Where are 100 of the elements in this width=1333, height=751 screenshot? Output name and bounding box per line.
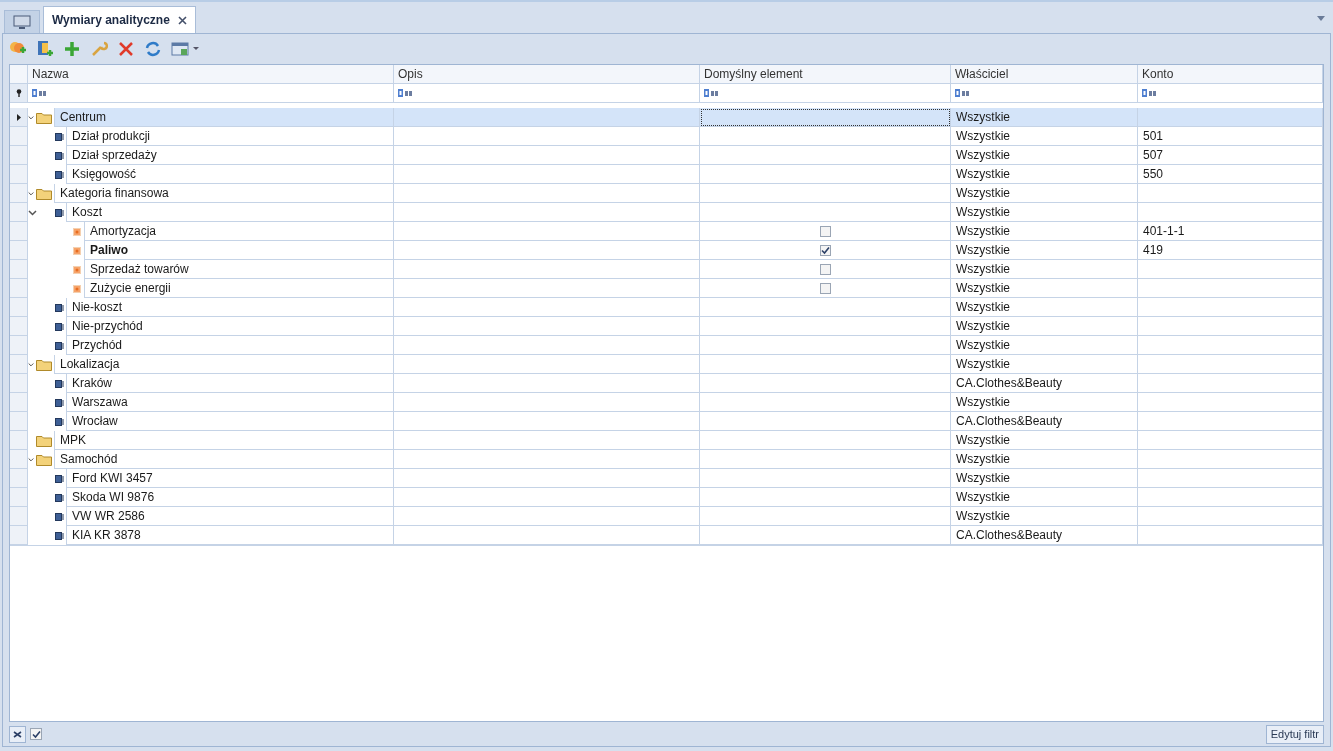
square-icon — [54, 512, 64, 521]
checkbox[interactable] — [819, 244, 831, 256]
monitor-icon — [13, 14, 31, 30]
refresh-icon[interactable] — [144, 40, 162, 58]
row-indicator[interactable] — [10, 108, 28, 127]
tab[interactable] — [4, 10, 40, 33]
name-cell: Samochód — [54, 450, 393, 469]
filter-field[interactable] — [1138, 84, 1323, 103]
plus-icon[interactable] — [63, 40, 81, 58]
name-cell: Kraków — [66, 374, 393, 393]
chevron-icon[interactable] — [28, 455, 34, 464]
text-filter-icon — [32, 89, 47, 97]
account-cell: 550 — [1138, 165, 1323, 184]
checkbox[interactable] — [819, 263, 831, 275]
close-icon[interactable] — [177, 15, 187, 25]
square-icon — [54, 531, 64, 540]
name-cell: Wrocław — [66, 412, 393, 431]
pin-icon — [15, 89, 22, 97]
filter-field[interactable] — [394, 84, 700, 103]
name-cell: MPK — [54, 431, 393, 450]
owner-cell: Wszystkie — [951, 260, 1138, 279]
owner-cell: Wszystkie — [951, 450, 1138, 469]
chevron-icon[interactable] — [28, 189, 34, 198]
owner-cell: CA.Clothes&Beauty — [951, 412, 1138, 431]
owner-cell: Wszystkie — [951, 393, 1138, 412]
text-filter-icon — [1142, 89, 1157, 97]
folder-icon — [36, 434, 52, 447]
owner-cell: Wszystkie — [951, 469, 1138, 488]
square-icon — [54, 417, 64, 426]
name-cell: KIA KR 3878 — [66, 526, 393, 545]
filter-field[interactable] — [700, 84, 951, 103]
name-cell: Ford KWI 3457 — [66, 469, 393, 488]
text-filter-icon — [955, 89, 970, 97]
name-cell: Zużycie energii — [84, 279, 393, 298]
wrench-icon[interactable] — [90, 40, 108, 58]
filter-field[interactable] — [951, 84, 1138, 103]
owner-cell: Wszystkie — [951, 298, 1138, 317]
owner-cell: Wszystkie — [951, 146, 1138, 165]
owner-cell: Wszystkie — [951, 507, 1138, 526]
owner-cell: Wszystkie — [951, 222, 1138, 241]
owner-cell: Wszystkie — [951, 431, 1138, 450]
owner-cell: CA.Clothes&Beauty — [951, 526, 1138, 545]
current-row-icon — [16, 113, 21, 121]
square-icon — [54, 322, 64, 331]
checkbox[interactable] — [30, 728, 42, 740]
name-cell: Amortyzacja — [84, 222, 393, 241]
name-cell: VW WR 2586 — [66, 507, 393, 526]
delete-icon[interactable] — [117, 40, 135, 58]
export-icon[interactable] — [171, 40, 201, 58]
star-icon — [73, 265, 81, 274]
text-filter-icon — [704, 89, 719, 97]
owner-cell: Wszystkie — [951, 355, 1138, 374]
name-cell: Kategoria finansowa — [54, 184, 393, 203]
column-header[interactable]: Opis — [394, 65, 700, 84]
filter-field[interactable] — [28, 84, 394, 103]
owner-cell: Wszystkie — [951, 108, 1138, 127]
owner-cell: Wszystkie — [951, 336, 1138, 355]
account-cell: 501 — [1138, 127, 1323, 146]
column-header[interactable]: Domyślny element — [700, 65, 951, 84]
chevron-icon[interactable] — [28, 208, 37, 217]
dropdown-icon[interactable] — [1317, 16, 1325, 21]
square-icon — [54, 170, 64, 179]
close-icon — [13, 730, 22, 738]
folder-icon — [36, 187, 52, 200]
folder-icon — [36, 111, 52, 124]
checkbox[interactable] — [819, 282, 831, 294]
clear-filter-button[interactable] — [9, 725, 26, 743]
account-cell: 507 — [1138, 146, 1323, 165]
name-cell: Centrum — [54, 108, 393, 127]
tab[interactable]: Wymiary analityczne — [43, 6, 196, 33]
square-icon — [54, 151, 64, 160]
name-cell: Przychód — [66, 336, 393, 355]
edit-filter-button[interactable]: Edytuj filtr — [1265, 724, 1324, 744]
folder-icon — [36, 358, 52, 371]
name-cell: Nie-przychód — [66, 317, 393, 336]
owner-cell: CA.Clothes&Beauty — [951, 374, 1138, 393]
name-cell: Koszt — [66, 203, 393, 222]
owner-cell: Wszystkie — [951, 488, 1138, 507]
name-cell: Lokalizacja — [54, 355, 393, 374]
owner-cell: Wszystkie — [951, 184, 1138, 203]
column-header[interactable]: Konto — [1138, 65, 1323, 84]
account-cell: 401-1-1 — [1138, 222, 1323, 241]
name-cell: Dział sprzedaży — [66, 146, 393, 165]
square-icon — [54, 341, 64, 350]
name-cell: Paliwo — [84, 241, 393, 260]
column-header[interactable]: Nazwa — [28, 65, 394, 84]
star-icon — [73, 284, 81, 293]
owner-cell: Wszystkie — [951, 203, 1138, 222]
name-cell: Nie-koszt — [66, 298, 393, 317]
owner-cell: Wszystkie — [951, 279, 1138, 298]
name-cell: Sprzedaż towarów — [84, 260, 393, 279]
column-header[interactable]: Właściciel — [951, 65, 1138, 84]
account-cell: 419 — [1138, 241, 1323, 260]
checkbox[interactable] — [819, 225, 831, 237]
owner-cell: Wszystkie — [951, 317, 1138, 336]
chevron-icon[interactable] — [28, 360, 34, 369]
chevron-icon[interactable] — [28, 113, 34, 122]
square-icon — [54, 132, 64, 141]
add-document-icon[interactable] — [36, 40, 54, 58]
square-icon — [54, 474, 64, 483]
